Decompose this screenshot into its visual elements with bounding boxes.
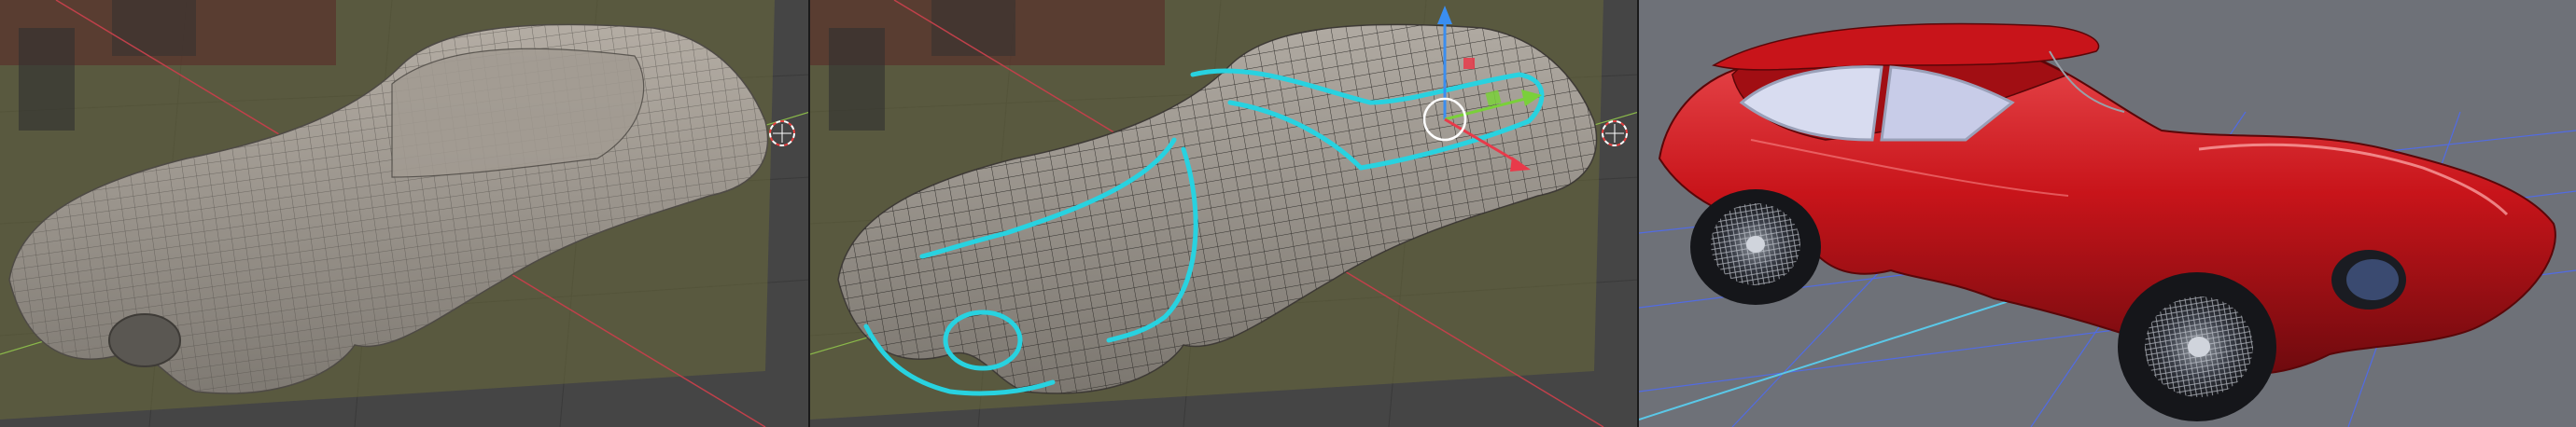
rendered-scene bbox=[1639, 0, 2576, 427]
rendered-viewport bbox=[1639, 0, 2576, 427]
edge-selection-scene bbox=[810, 0, 1639, 427]
front-wheel bbox=[2118, 272, 2276, 421]
edge-selection-viewport bbox=[810, 0, 1639, 427]
3d-cursor-icon bbox=[769, 120, 795, 146]
3d-cursor-icon bbox=[1602, 120, 1628, 146]
rear-wheel bbox=[1690, 189, 1821, 305]
wireframe-viewport bbox=[0, 0, 810, 427]
blueprint-image-detail-2 bbox=[112, 0, 196, 56]
headlight bbox=[2331, 250, 2406, 310]
blueprint-image-detail bbox=[19, 28, 75, 131]
blueprint-image-detail bbox=[829, 28, 885, 131]
image-strip bbox=[0, 0, 2576, 427]
wireframe-scene bbox=[0, 0, 810, 427]
